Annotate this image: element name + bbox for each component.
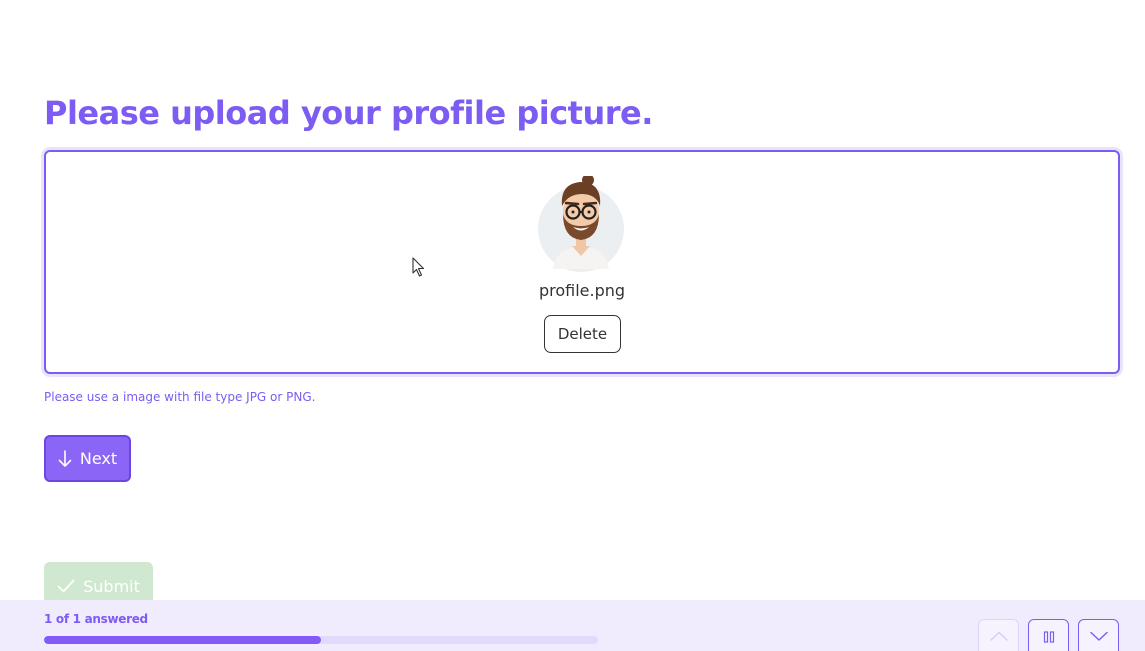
question-title: Please upload your profile picture. [44,94,653,132]
file-type-hint: Please use a image with file type JPG or… [44,390,316,404]
uploaded-file-name: profile.png [538,281,626,300]
delete-file-button[interactable]: Delete [544,315,621,353]
pause-button[interactable] [1028,619,1069,651]
mouse-pointer-icon [412,257,425,277]
check-icon [57,579,75,593]
next-question-button[interactable] [1078,619,1119,651]
next-button[interactable]: Next [44,435,131,482]
chevron-down-icon [1089,631,1108,641]
file-upload-dropzone[interactable]: profile.png Delete [44,150,1120,374]
next-button-label: Next [79,449,118,468]
pause-icon [1043,631,1054,643]
arrow-down-icon [58,449,72,467]
progress-bar-fill [44,636,321,644]
submit-button-label: Submit [83,576,140,596]
progress-bar [44,636,598,644]
progress-label: 1 of 1 answered [44,612,148,626]
chevron-up-icon [989,631,1008,641]
previous-question-button[interactable] [978,619,1019,651]
progress-footer: 1 of 1 answered [0,600,1145,651]
profile-avatar-image [538,176,624,272]
form-page: Please upload your profile picture. prof… [0,0,1145,651]
